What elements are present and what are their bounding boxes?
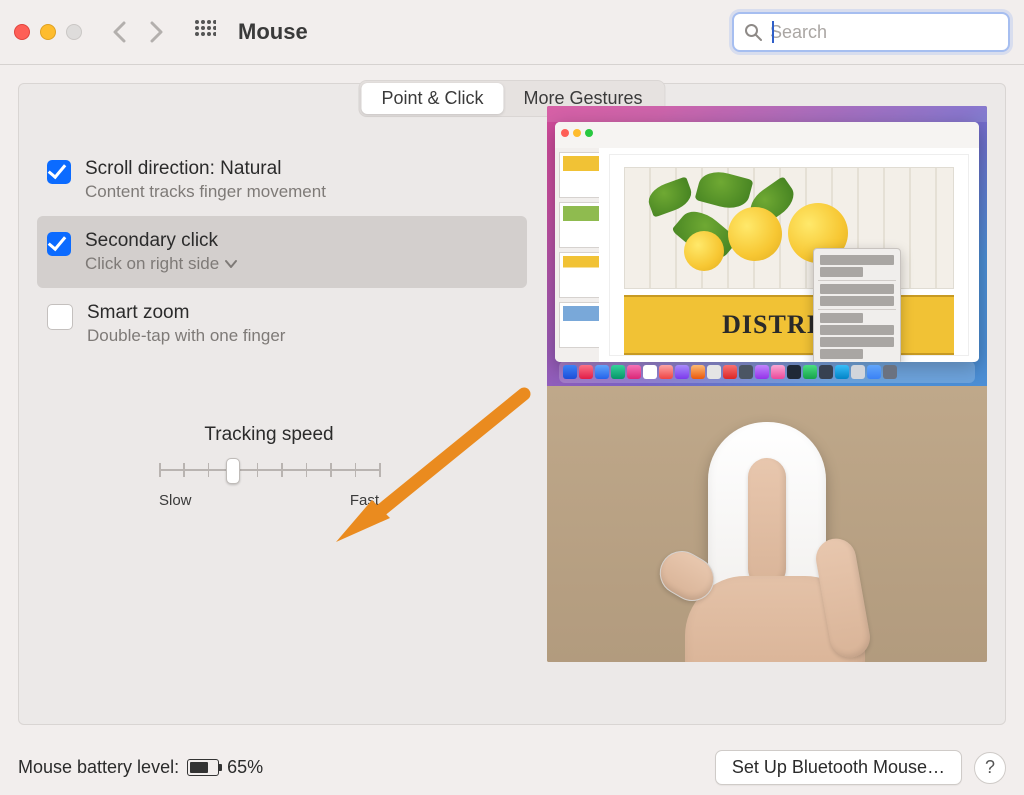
- slider-slow-label: Slow: [159, 492, 192, 509]
- close-window-button[interactable]: [14, 24, 30, 40]
- option-title: Smart zoom: [87, 302, 285, 324]
- help-button[interactable]: ?: [974, 752, 1006, 784]
- window-controls: [14, 24, 82, 40]
- tracking-speed-label: Tracking speed: [129, 424, 409, 446]
- nav-arrows: [112, 21, 164, 43]
- footer-bar: Mouse battery level: 65% Set Up Bluetoot…: [18, 750, 1006, 785]
- slider-fast-label: Fast: [350, 492, 379, 509]
- option-subtitle-text: Click on right side: [85, 254, 219, 274]
- checkbox-secondary-click[interactable]: [47, 232, 71, 256]
- option-subtitle[interactable]: Click on right side: [85, 254, 237, 274]
- main-panel: Point & Click More Gestures Scroll direc…: [18, 83, 1006, 725]
- tracking-speed-section: Tracking speed Slow Fast: [129, 424, 409, 509]
- preview-dock: [559, 361, 975, 383]
- search-field-wrap[interactable]: [732, 12, 1010, 52]
- forward-icon[interactable]: [150, 21, 164, 43]
- battery-icon: [187, 759, 219, 776]
- option-scroll-direction[interactable]: Scroll direction: Natural Content tracks…: [37, 144, 527, 216]
- checkbox-scroll-direction[interactable]: [47, 160, 71, 184]
- preview-pane: DISTRICT: [547, 106, 987, 662]
- option-title: Secondary click: [85, 230, 237, 252]
- setup-bluetooth-mouse-button[interactable]: Set Up Bluetooth Mouse…: [715, 750, 962, 785]
- checkbox-smart-zoom[interactable]: [47, 304, 73, 330]
- tracking-speed-slider[interactable]: [159, 458, 379, 482]
- chevron-down-icon: [225, 259, 237, 269]
- battery-percent: 65%: [227, 757, 263, 778]
- search-input[interactable]: [768, 21, 1004, 44]
- window-title: Mouse: [238, 19, 308, 45]
- zoom-window-button: [66, 24, 82, 40]
- preview-finger: [748, 458, 786, 588]
- option-secondary-click[interactable]: Secondary click Click on right side: [37, 216, 527, 288]
- minimize-window-button[interactable]: [40, 24, 56, 40]
- option-title: Scroll direction: Natural: [85, 158, 326, 180]
- preview-hand-area: [547, 386, 987, 662]
- tab-point-click[interactable]: Point & Click: [361, 83, 503, 114]
- option-smart-zoom[interactable]: Smart zoom Double-tap with one finger: [37, 288, 527, 360]
- battery-label: Mouse battery level:: [18, 757, 179, 778]
- option-subtitle: Content tracks finger movement: [85, 182, 326, 202]
- back-icon[interactable]: [112, 21, 126, 43]
- preview-desktop: DISTRICT: [547, 106, 987, 386]
- option-subtitle: Double-tap with one finger: [87, 326, 285, 346]
- text-caret: [772, 21, 774, 43]
- slider-thumb[interactable]: [226, 458, 240, 484]
- battery-status: Mouse battery level: 65%: [18, 757, 263, 778]
- titlebar: Mouse: [0, 0, 1024, 65]
- options-list: Scroll direction: Natural Content tracks…: [37, 144, 527, 360]
- search-icon: [744, 23, 762, 41]
- preview-context-menu: [813, 248, 901, 362]
- preview-app-window: DISTRICT: [555, 122, 979, 362]
- show-all-prefs-icon[interactable]: [194, 19, 216, 46]
